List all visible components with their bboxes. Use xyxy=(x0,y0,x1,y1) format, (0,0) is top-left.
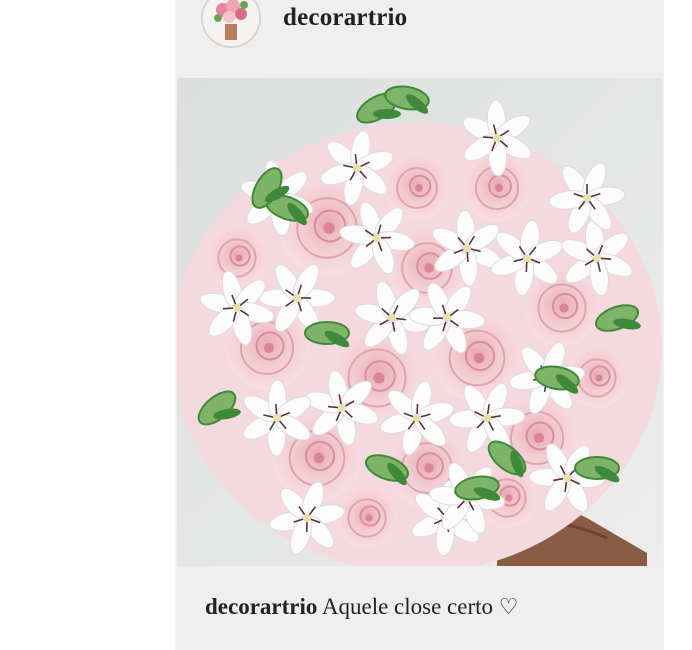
avatar[interactable] xyxy=(201,0,261,48)
caption-username[interactable]: decorartrio xyxy=(205,594,317,619)
post-header: decorartrio xyxy=(175,0,664,78)
avatar-bouquet-image xyxy=(203,0,259,46)
post-photo[interactable] xyxy=(177,78,662,566)
caption-text: Aquele close certo xyxy=(321,594,494,619)
post-card: decorartrio decorartrio Aquele close cer… xyxy=(175,0,664,650)
heart-outline-icon: ♡ xyxy=(498,595,519,620)
post-username[interactable]: decorartrio xyxy=(283,4,407,32)
bouquet-photo-illustration xyxy=(177,78,662,566)
post-caption: decorartrio Aquele close certo ♡ xyxy=(205,594,655,620)
